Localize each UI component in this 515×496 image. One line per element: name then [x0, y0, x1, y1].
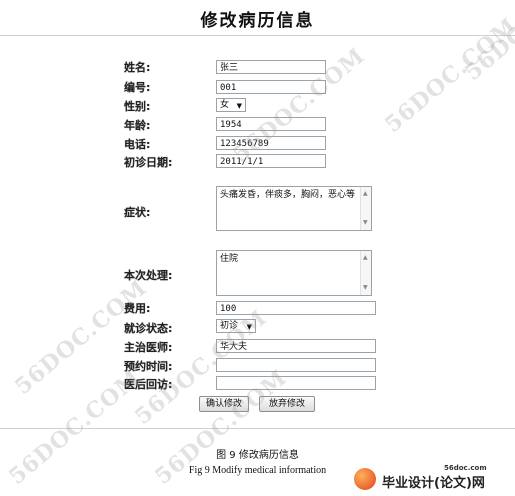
- chevron-down-icon: ▼: [236, 102, 242, 110]
- label-phone: 电话:: [124, 138, 151, 151]
- header-divider: [0, 35, 515, 36]
- gender-select-value: 女: [220, 100, 230, 110]
- scroll-up-icon: ▲: [363, 254, 368, 261]
- gender-select[interactable]: 女 ▼: [216, 98, 246, 112]
- page-title: 修改病历信息: [200, 11, 315, 31]
- symptoms-text: 头痛发昏，伴痰多，胸闷，恶心等: [220, 190, 356, 200]
- scroll-down-icon: ▼: [363, 219, 368, 226]
- brand-url: 56doc.com: [444, 464, 487, 472]
- scroll-down-icon: ▼: [363, 284, 368, 291]
- cost-input[interactable]: 100: [216, 301, 376, 315]
- label-doctor: 主治医师:: [124, 341, 173, 354]
- symptoms-scrollbar[interactable]: ▲ ▼: [360, 187, 371, 230]
- first-visit-date-input[interactable]: 2011/1/1: [216, 154, 326, 168]
- logo-icon: [354, 468, 376, 490]
- label-age: 年龄:: [124, 119, 151, 132]
- treatment-scrollbar[interactable]: ▲ ▼: [360, 251, 371, 295]
- treatment-text: 住院: [220, 254, 239, 264]
- label-number: 编号:: [124, 81, 151, 94]
- label-gender: 性别:: [124, 100, 151, 113]
- label-symptoms: 症状:: [124, 206, 151, 219]
- watermark: 56DOC.COM: [380, 12, 515, 138]
- symptoms-textarea[interactable]: 头痛发昏，伴痰多，胸闷，恶心等 ▲ ▼: [216, 186, 372, 231]
- brand-logo: 56doc.com 毕业设计(论文)网: [352, 464, 512, 492]
- brand-name: 毕业设计(论文)网: [382, 476, 485, 491]
- name-input[interactable]: 张三: [216, 60, 326, 74]
- appointment-time-input[interactable]: [216, 358, 376, 372]
- label-visit-status: 就诊状态:: [124, 322, 173, 335]
- treatment-textarea[interactable]: 住院 ▲ ▼: [216, 250, 372, 296]
- followup-input[interactable]: [216, 376, 376, 390]
- label-name: 姓名:: [124, 61, 151, 74]
- scroll-up-icon: ▲: [363, 190, 368, 197]
- label-first-visit-date: 初诊日期:: [124, 156, 173, 169]
- figure-caption-cn: 图 9 修改病历信息: [216, 450, 299, 461]
